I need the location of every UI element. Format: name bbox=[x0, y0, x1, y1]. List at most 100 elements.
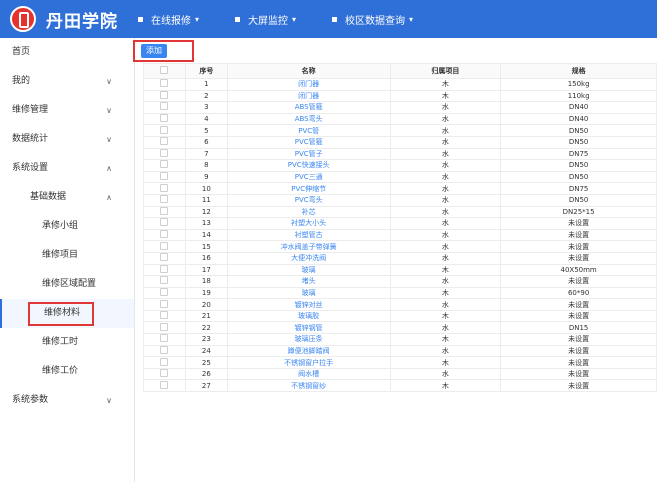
material-name[interactable]: 玻璃 bbox=[226, 263, 391, 277]
sidebar-item-repair-material[interactable]: 维修材料 bbox=[0, 299, 134, 328]
row-checkbox[interactable] bbox=[143, 89, 186, 103]
table-row[interactable]: 7 PVC管子水 DN75 bbox=[143, 147, 657, 161]
material-name[interactable]: 玻璃压条 bbox=[226, 333, 391, 346]
row-checkbox[interactable] bbox=[143, 112, 186, 126]
table-row[interactable]: 19 玻璃木 60*90 bbox=[143, 286, 657, 300]
sidebar-item-system-settings[interactable]: 系统设置 ∧ bbox=[0, 154, 134, 183]
row-checkbox[interactable] bbox=[143, 333, 186, 346]
sidebar-item-basic-data[interactable]: 基础数据 ∧ bbox=[0, 183, 134, 212]
row-checkbox[interactable] bbox=[143, 263, 186, 277]
sidebar-item-data-stats[interactable]: 数据统计 ∨ bbox=[0, 125, 134, 154]
sidebar-item-repair-mgmt[interactable]: 维修管理 ∨ bbox=[0, 96, 134, 125]
material-name[interactable]: PVC三通 bbox=[226, 170, 391, 184]
row-checkbox[interactable] bbox=[143, 147, 186, 161]
material-name[interactable]: 大便冲洗阀 bbox=[226, 251, 391, 265]
table-row[interactable]: 9 PVC三通水 DN50 bbox=[143, 170, 657, 184]
material-name[interactable]: ABS管箍 bbox=[226, 101, 391, 114]
row-checkbox[interactable] bbox=[143, 344, 186, 358]
row-checkbox[interactable] bbox=[143, 356, 186, 369]
material-name[interactable]: 镀锌对丝 bbox=[226, 298, 391, 311]
material-name[interactable]: 蹲便池脚踏阀 bbox=[226, 344, 391, 358]
material-name[interactable]: 冲水阀盖子带弹簧 bbox=[226, 240, 391, 253]
row-checkbox[interactable] bbox=[143, 193, 186, 207]
row-checkbox[interactable] bbox=[143, 367, 186, 381]
table-row[interactable]: 12 补芯水 DN25*15 bbox=[143, 205, 657, 219]
row-checkbox[interactable] bbox=[143, 379, 186, 393]
table-row[interactable]: 6 PVC管箍水 DN50 bbox=[143, 135, 657, 149]
row-checkbox[interactable] bbox=[143, 251, 186, 265]
sidebar-item-repair-group[interactable]: 承修小组 bbox=[0, 212, 134, 241]
material-name[interactable]: 玻璃 bbox=[226, 286, 391, 300]
table-row[interactable]: 14 衬塑管古水未设置 bbox=[143, 228, 657, 242]
row-checkbox[interactable] bbox=[143, 78, 186, 91]
table-row[interactable]: 11 PVC弯头水 DN50 bbox=[143, 193, 657, 207]
material-name[interactable]: PVC弯头 bbox=[226, 193, 391, 207]
table-row[interactable]: 1 闭门器木 150kg bbox=[143, 78, 657, 91]
material-name[interactable]: 衬塑大小头 bbox=[226, 217, 391, 230]
material-name[interactable]: 闭门器 bbox=[226, 78, 391, 91]
table-row[interactable]: 20 镀锌对丝水未设置 bbox=[143, 298, 657, 311]
material-name[interactable]: PVC管子 bbox=[226, 147, 391, 161]
topnav-screen-monitor[interactable]: 大屏监控 ▾ bbox=[235, 12, 296, 27]
row-checkbox[interactable] bbox=[143, 135, 186, 149]
sidebar-item-system-params[interactable]: 系统参数 ∨ bbox=[0, 386, 134, 415]
table-row[interactable]: 26 阀水槽水未设置 bbox=[143, 367, 657, 381]
sidebar-item-repair-hours[interactable]: 维修工时 bbox=[0, 328, 134, 357]
table-row[interactable]: 2 闭门器木 110kg bbox=[143, 89, 657, 103]
table-row[interactable]: 27 不锈钢窗纱木未设置 bbox=[143, 379, 657, 393]
table-row[interactable]: 21 玻璃胶木未设置 bbox=[143, 309, 657, 323]
row-checkbox[interactable] bbox=[143, 217, 186, 230]
table-row[interactable]: 5 PVC管水 DN50 bbox=[143, 124, 657, 137]
row-checkbox[interactable] bbox=[143, 275, 186, 288]
table-row[interactable]: 23 玻璃压条木未设置 bbox=[143, 333, 657, 346]
sidebar-item-repair-area[interactable]: 维修区域配置 bbox=[0, 270, 134, 299]
table-row[interactable]: 3 ABS管箍水 DN40 bbox=[143, 101, 657, 114]
row-checkbox[interactable] bbox=[143, 298, 186, 311]
row-checkbox[interactable] bbox=[143, 228, 186, 242]
material-name[interactable]: PVC管 bbox=[226, 124, 391, 137]
sidebar-item-repair-project[interactable]: 维修项目 bbox=[0, 241, 134, 270]
table-row[interactable]: 25 不锈钢窗户拉手木未设置 bbox=[143, 356, 657, 369]
table-row[interactable]: 16 大便冲洗阀水未设置 bbox=[143, 251, 657, 265]
row-checkbox[interactable] bbox=[143, 205, 186, 219]
row-checkbox[interactable] bbox=[143, 309, 186, 323]
sidebar-item-home[interactable]: 首页 bbox=[0, 38, 134, 67]
table-row[interactable]: 10 PVC伸缩节水 DN75 bbox=[143, 182, 657, 195]
sidebar-item-mine[interactable]: 我的 ∨ bbox=[0, 67, 134, 96]
row-checkbox[interactable] bbox=[143, 124, 186, 137]
table-row[interactable]: 24 蹲便池脚踏阀水未设置 bbox=[143, 344, 657, 358]
material-name[interactable]: 不锈钢窗户拉手 bbox=[226, 356, 391, 369]
add-button[interactable]: 添加 bbox=[141, 44, 167, 58]
material-name[interactable]: 阀水槽 bbox=[226, 367, 391, 381]
material-name[interactable]: PVC伸缩节 bbox=[226, 182, 391, 195]
material-name[interactable]: 闭门器 bbox=[226, 89, 391, 103]
material-name[interactable]: ABS弯头 bbox=[226, 112, 391, 126]
sidebar-item-repair-price[interactable]: 维修工价 bbox=[0, 357, 134, 386]
material-name[interactable]: 玻璃胶 bbox=[226, 309, 391, 323]
row-checkbox[interactable] bbox=[143, 321, 186, 335]
material-name[interactable]: 不锈钢窗纱 bbox=[226, 379, 391, 393]
chevron-down-icon: ∨ bbox=[106, 106, 112, 115]
table-row[interactable]: 18 堵头水未设置 bbox=[143, 275, 657, 288]
material-name[interactable]: 补芯 bbox=[226, 205, 391, 219]
table-row[interactable]: 4 ABS弯头水 DN40 bbox=[143, 112, 657, 126]
row-checkbox[interactable] bbox=[143, 182, 186, 195]
table-row[interactable]: 17 玻璃木 40X50mm bbox=[143, 263, 657, 277]
row-checkbox[interactable] bbox=[143, 240, 186, 253]
row-checkbox[interactable] bbox=[143, 286, 186, 300]
material-name[interactable]: PVC管箍 bbox=[226, 135, 391, 149]
table-row[interactable]: 8 PVC快速接头水 DN50 bbox=[143, 159, 657, 172]
material-name[interactable]: 堵头 bbox=[226, 275, 391, 288]
material-name[interactable]: 衬塑管古 bbox=[226, 228, 391, 242]
topnav-campus-query[interactable]: 校区数据查询 ▾ bbox=[332, 12, 413, 27]
row-checkbox[interactable] bbox=[143, 101, 186, 114]
material-name[interactable]: 镀锌钢管 bbox=[226, 321, 391, 335]
row-checkbox[interactable] bbox=[143, 170, 186, 184]
table-row[interactable]: 15 冲水阀盖子带弹簧水未设置 bbox=[143, 240, 657, 253]
topnav-online-repair[interactable]: 在线报修 ▾ bbox=[138, 12, 199, 27]
table-row[interactable]: 13 衬塑大小头水未设置 bbox=[143, 217, 657, 230]
material-name[interactable]: PVC快速接头 bbox=[226, 159, 391, 172]
row-checkbox[interactable] bbox=[143, 159, 186, 172]
select-all-checkbox[interactable] bbox=[143, 63, 186, 79]
table-row[interactable]: 22 镀锌钢管水 DN15 bbox=[143, 321, 657, 335]
